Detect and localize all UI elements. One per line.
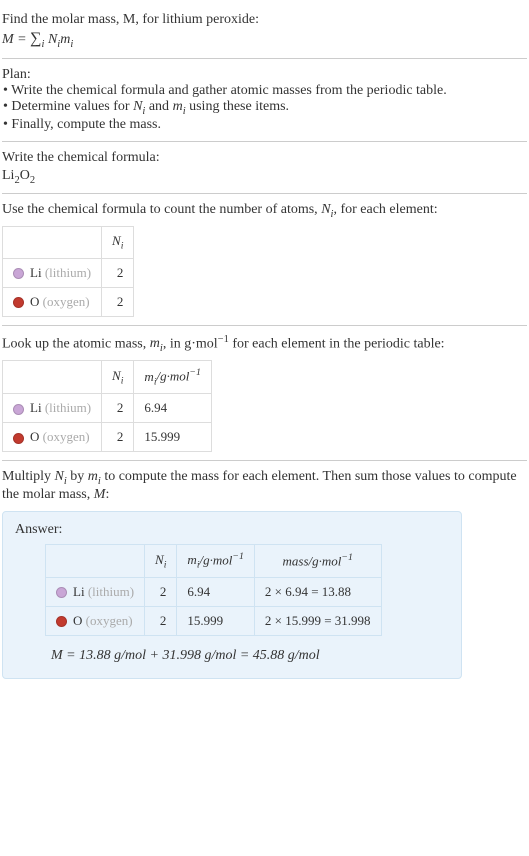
li-swatch-icon: [56, 587, 67, 598]
element-li: Li (lithium): [3, 394, 102, 423]
count-section: Use the chemical formula to count the nu…: [2, 194, 527, 325]
eq-mi: mi: [60, 32, 73, 47]
o-swatch-icon: [13, 297, 24, 308]
count-heading: Use the chemical formula to count the nu…: [2, 202, 527, 220]
var-Ni: Ni: [133, 99, 145, 114]
sigma-sub: i: [42, 39, 45, 50]
lookup-table: Ni mi/g·mol−1 Li (lithium) 2 6.94 O (oxy…: [2, 360, 212, 452]
answer-box-title: Answer:: [15, 522, 449, 538]
o-n: 2: [145, 606, 177, 635]
ni-header: Ni: [102, 227, 134, 259]
element-o: O (oxygen): [3, 423, 102, 452]
table-row: O (oxygen) 2 15.999 2 × 15.999 = 31.998: [46, 606, 382, 635]
plan-bullet-2: • Determine values for Ni and mi using t…: [2, 99, 527, 117]
element-o: O (oxygen): [3, 287, 102, 316]
answer-box: Answer: Ni mi/g·mol−1 mass/g·mol−1 Li (l…: [2, 511, 462, 679]
o-mass: 2 × 15.999 = 31.998: [254, 606, 381, 635]
o-n: 2: [102, 423, 134, 452]
var-mi-2: mi: [150, 336, 163, 351]
var-M: M: [94, 487, 106, 502]
table-header-row: Ni mi/g·mol−1: [3, 361, 212, 394]
o-swatch-icon: [56, 616, 67, 627]
var-Ni-3: Ni: [55, 469, 67, 484]
mi-header: mi/g·mol−1: [177, 544, 254, 577]
var-Ni-2: Ni: [321, 202, 333, 217]
empty-header: [3, 227, 102, 259]
mass-header: mass/g·mol−1: [254, 544, 381, 577]
table-row: Li (lithium) 2 6.94 2 × 6.94 = 13.88: [46, 577, 382, 606]
li-swatch-icon: [13, 404, 24, 415]
li-m: 6.94: [177, 577, 254, 606]
eq-M: M: [2, 32, 14, 47]
o-m: 15.999: [134, 423, 211, 452]
element-li: Li (lithium): [46, 577, 145, 606]
intro-line1: Find the molar mass, M, for lithium pero…: [2, 12, 259, 27]
answer-section: Multiply Ni by mi to compute the mass fo…: [2, 461, 527, 687]
li-swatch-icon: [13, 268, 24, 279]
var-mi: mi: [173, 99, 186, 114]
final-answer: M = 13.88 g/mol + 31.998 g/mol = 45.88 g…: [51, 648, 449, 664]
table-header-row: Ni mi/g·mol−1 mass/g·mol−1: [46, 544, 382, 577]
plan-heading: Plan:: [2, 67, 527, 83]
table-row: Li (lithium) 2 6.94: [3, 394, 212, 423]
table-row: O (oxygen) 2 15.999: [3, 423, 212, 452]
o-swatch-icon: [13, 433, 24, 444]
plan-bullet-3: • Finally, compute the mass.: [2, 117, 527, 133]
o-count: 2: [102, 287, 134, 316]
intro-text: Find the molar mass, M, for lithium pero…: [2, 12, 527, 28]
element-li: Li (lithium): [3, 258, 102, 287]
plan-section: Plan: • Write the chemical formula and g…: [2, 59, 527, 142]
formula-section: Write the chemical formula: Li2O2: [2, 142, 527, 195]
intro-equation: M = ∑i Nimi: [2, 30, 527, 50]
answer-heading: Multiply Ni by mi to compute the mass fo…: [2, 469, 527, 503]
sigma-icon: ∑: [30, 30, 41, 47]
chemical-formula: Li2O2: [2, 168, 527, 186]
intro-section: Find the molar mass, M, for lithium pero…: [2, 4, 527, 59]
answer-table: Ni mi/g·mol−1 mass/g·mol−1 Li (lithium) …: [45, 544, 382, 636]
ni-header: Ni: [145, 544, 177, 577]
li-count: 2: [102, 258, 134, 287]
var-mi-3: mi: [88, 469, 101, 484]
formula-heading: Write the chemical formula:: [2, 150, 527, 166]
eq-Ni: Ni: [48, 32, 60, 47]
empty-header: [3, 361, 102, 394]
li-n: 2: [145, 577, 177, 606]
table-header-row: Ni: [3, 227, 134, 259]
li-m: 6.94: [134, 394, 211, 423]
plan-bullet-1: • Write the chemical formula and gather …: [2, 83, 527, 99]
ni-header: Ni: [102, 361, 134, 394]
lookup-heading: Look up the atomic mass, mi, in g·mol−1 …: [2, 334, 527, 354]
count-table: Ni Li (lithium) 2 O (oxygen) 2: [2, 226, 134, 317]
table-row: O (oxygen) 2: [3, 287, 134, 316]
o-m: 15.999: [177, 606, 254, 635]
table-row: Li (lithium) 2: [3, 258, 134, 287]
li-n: 2: [102, 394, 134, 423]
lookup-section: Look up the atomic mass, mi, in g·mol−1 …: [2, 326, 527, 461]
empty-header: [46, 544, 145, 577]
mi-header: mi/g·mol−1: [134, 361, 211, 394]
element-o: O (oxygen): [46, 606, 145, 635]
li-mass: 2 × 6.94 = 13.88: [254, 577, 381, 606]
